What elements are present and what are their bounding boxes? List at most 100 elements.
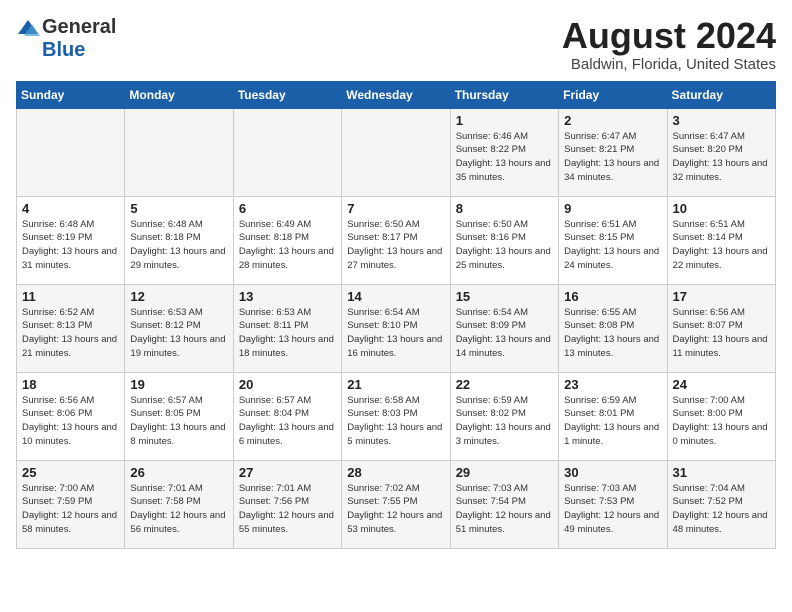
calendar-cell: 3Sunrise: 6:47 AMSunset: 8:20 PMDaylight… (667, 108, 775, 196)
sunset-label: Sunset: 8:06 PM (22, 408, 92, 419)
day-number: 7 (347, 201, 444, 216)
calendar-cell: 26Sunrise: 7:01 AMSunset: 7:58 PMDayligh… (125, 460, 233, 548)
calendar-cell: 4Sunrise: 6:48 AMSunset: 8:19 PMDaylight… (17, 196, 125, 284)
day-number: 15 (456, 289, 553, 304)
calendar-cell: 18Sunrise: 6:56 AMSunset: 8:06 PMDayligh… (17, 372, 125, 460)
logo-general: General (42, 16, 116, 39)
day-info: Sunrise: 6:57 AMSunset: 8:05 PMDaylight:… (130, 394, 227, 449)
daylight-label: Daylight: 13 hours and 21 minutes. (22, 334, 117, 359)
day-info: Sunrise: 7:01 AMSunset: 7:58 PMDaylight:… (130, 482, 227, 537)
day-info: Sunrise: 7:00 AM Sunset: 7:59 PM Daylight:… (22, 482, 119, 537)
daylight-label: Daylight: 12 hours and 58 minutes. (22, 510, 117, 535)
calendar-cell: 22Sunrise: 6:59 AMSunset: 8:02 PMDayligh… (450, 372, 558, 460)
daylight-label: Daylight: 13 hours and 6 minutes. (239, 422, 334, 447)
sunrise-label: Sunrise: 6:56 AM (22, 395, 94, 406)
col-header-sunday: Sunday (17, 81, 125, 108)
sunrise-label: Sunrise: 7:03 AM (564, 483, 636, 494)
sunset-label: Sunset: 7:52 PM (673, 496, 743, 507)
sunset-label: Sunset: 8:18 PM (239, 232, 309, 243)
sunrise-label: Sunrise: 7:00 AM (673, 395, 745, 406)
page-header: General Blue August 2024 Baldwin, Florid… (16, 16, 776, 73)
calendar-week-row: 25 Sunrise: 7:00 AM Sunset: 7:59 PM Dayligh… (17, 460, 776, 548)
sunrise-label: Sunrise: 7:01 AM (239, 483, 311, 494)
day-info: Sunrise: 6:51 AMSunset: 8:15 PMDaylight:… (564, 218, 661, 273)
day-info: Sunrise: 6:50 AMSunset: 8:16 PMDaylight:… (456, 218, 553, 273)
sunset-label: Sunset: 8:03 PM (347, 408, 417, 419)
daylight-label: Daylight: 13 hours and 14 minutes. (456, 334, 551, 359)
day-info: Sunrise: 7:01 AMSunset: 7:56 PMDaylight:… (239, 482, 336, 537)
day-info: Sunrise: 7:03 AMSunset: 7:53 PMDaylight:… (564, 482, 661, 537)
day-info: Sunrise: 6:59 AMSunset: 8:01 PMDaylight:… (564, 394, 661, 449)
day-number: 27 (239, 465, 336, 480)
day-number: 2 (564, 113, 661, 128)
sunset-label: Sunset: 8:14 PM (673, 232, 743, 243)
day-number: 25 (22, 465, 119, 480)
day-number: 13 (239, 289, 336, 304)
day-number: 5 (130, 201, 227, 216)
sunrise-label: Sunrise: 6:57 AM (130, 395, 202, 406)
calendar-cell (342, 108, 450, 196)
sunrise-label: Sunrise: 6:59 AM (564, 395, 636, 406)
logo-blue: Blue (42, 39, 85, 62)
day-number: 10 (673, 201, 770, 216)
calendar-cell: 31Sunrise: 7:04 AMSunset: 7:52 PMDayligh… (667, 460, 775, 548)
sunset-label: Sunset: 8:15 PM (564, 232, 634, 243)
day-number: 11 (22, 289, 119, 304)
sunset-label: Sunset: 7:53 PM (564, 496, 634, 507)
sunrise-label: Sunrise: 7:00 AM (22, 483, 94, 494)
sunrise-label: Sunrise: 7:04 AM (673, 483, 745, 494)
sunrise-label: Sunrise: 6:46 AM (456, 131, 528, 142)
sunset-label: Sunset: 8:04 PM (239, 408, 309, 419)
day-info: Sunrise: 6:56 AMSunset: 8:06 PMDaylight:… (22, 394, 119, 449)
daylight-label: Daylight: 13 hours and 27 minutes. (347, 246, 442, 271)
calendar-week-row: 1Sunrise: 6:46 AMSunset: 8:22 PMDaylight… (17, 108, 776, 196)
sunset-label: Sunset: 7:59 PM (22, 496, 92, 507)
calendar-cell: 27 Sunrise: 7:01 AMSunset: 7:56 PMDayligh… (233, 460, 341, 548)
sunrise-label: Sunrise: 6:51 AM (673, 219, 745, 230)
calendar-cell: 28Sunrise: 7:02 AMSunset: 7:55 PMDayligh… (342, 460, 450, 548)
daylight-label: Daylight: 13 hours and 29 minutes. (130, 246, 225, 271)
calendar-cell: 20 Sunrise: 6:57 AM Sunset: 8:04 PM Dayligh… (233, 372, 341, 460)
sunrise-label: Sunrise: 7:01 AM (130, 483, 202, 494)
daylight-label: Daylight: 13 hours and 25 minutes. (456, 246, 551, 271)
day-number: 17 (673, 289, 770, 304)
sunrise-label: Sunrise: 6:47 AM (673, 131, 745, 142)
sunrise-label: Sunrise: 6:58 AM (347, 395, 419, 406)
day-number: 8 (456, 201, 553, 216)
day-number: 3 (673, 113, 770, 128)
daylight-label: Daylight: 13 hours and 0 minutes. (673, 422, 768, 447)
day-info: Sunrise: 7:04 AM Sunset: 7:52 PM Daylight:… (673, 482, 770, 537)
sunrise-label: Sunrise: 6:47 AM (564, 131, 636, 142)
calendar-cell: 17Sunrise: 6:56 AMSunset: 8:07 PMDayligh… (667, 284, 775, 372)
calendar-cell: 23 Sunrise: 6:59 AMSunset: 8:01 PMDayligh… (559, 372, 667, 460)
daylight-label: Daylight: 13 hours and 18 minutes. (239, 334, 334, 359)
day-number: 12 (130, 289, 227, 304)
calendar-cell: 14Sunrise: 6:54 AMSunset: 8:10 PMDayligh… (342, 284, 450, 372)
sunset-label: Sunset: 8:19 PM (22, 232, 92, 243)
daylight-label: Daylight: 13 hours and 3 minutes. (456, 422, 551, 447)
sunset-label: Sunset: 8:16 PM (456, 232, 526, 243)
day-info: Sunrise: 6:47 AMSunset: 8:21 PMDaylight:… (564, 130, 661, 185)
sunrise-label: Sunrise: 6:51 AM (564, 219, 636, 230)
sunrise-label: Sunrise: 6:49 AM (239, 219, 311, 230)
daylight-label: Daylight: 13 hours and 28 minutes. (239, 246, 334, 271)
sunrise-label: Sunrise: 6:52 AM (22, 307, 94, 318)
sunset-label: Sunset: 7:54 PM (456, 496, 526, 507)
day-info: Sunrise: 6:59 AM Sunset: 8:02 PM Daylight:… (456, 394, 553, 449)
daylight-label: Daylight: 12 hours and 48 minutes. (673, 510, 768, 535)
sunrise-label: Sunrise: 6:48 AM (130, 219, 202, 230)
day-number: 20 (239, 377, 336, 392)
day-number: 19 (130, 377, 227, 392)
sunset-label: Sunset: 8:00 PM (673, 408, 743, 419)
sunset-label: Sunset: 8:02 PM (456, 408, 526, 419)
daylight-label: Daylight: 13 hours and 5 minutes. (347, 422, 442, 447)
day-number: 23 (564, 377, 661, 392)
calendar-cell: 8 Sunrise: 6:50 AMSunset: 8:16 PMDaylight… (450, 196, 558, 284)
sunrise-label: Sunrise: 6:59 AM (456, 395, 528, 406)
day-number: 18 (22, 377, 119, 392)
sunrise-label: Sunrise: 6:57 AM (239, 395, 311, 406)
sunset-label: Sunset: 8:20 PM (673, 144, 743, 155)
sunrise-label: Sunrise: 6:56 AM (673, 307, 745, 318)
sunset-label: Sunset: 8:08 PM (564, 320, 634, 331)
calendar-cell: 24Sunrise: 7:00 AMSunset: 8:00 PMDayligh… (667, 372, 775, 460)
